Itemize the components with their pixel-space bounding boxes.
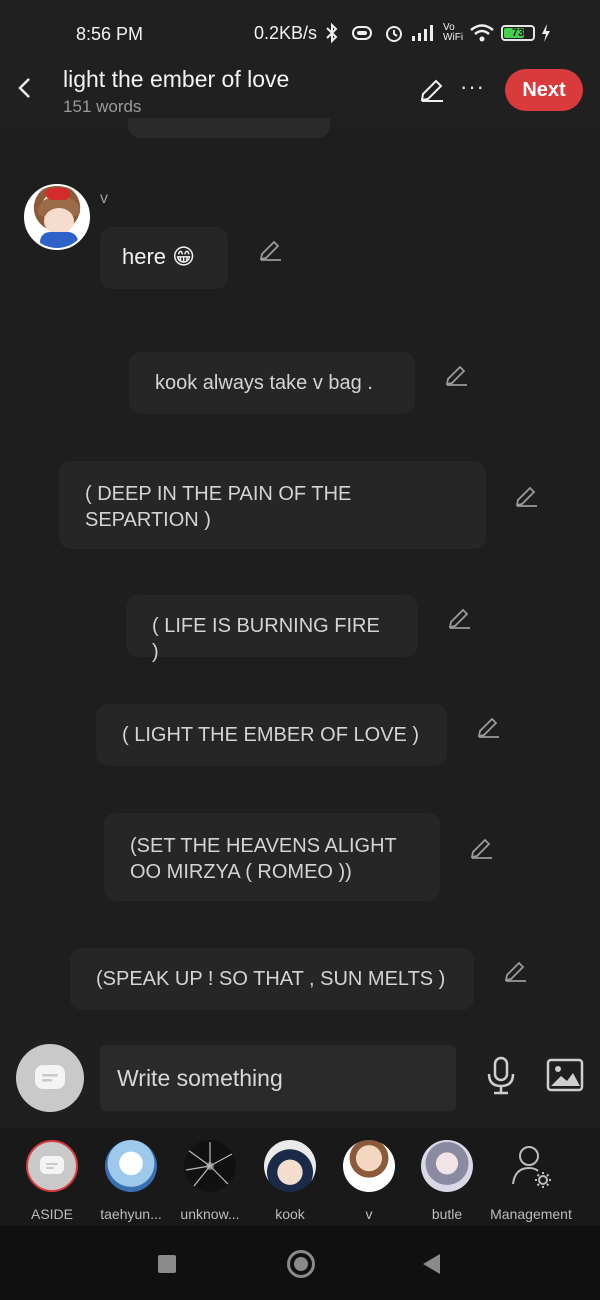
avatar xyxy=(264,1140,316,1192)
character-label: v xyxy=(365,1206,373,1222)
avatar xyxy=(343,1140,395,1192)
status-time: 8:56 PM xyxy=(76,24,144,44)
vowifi-icon: Vo WiFi xyxy=(443,22,464,43)
edit-message-icon[interactable] xyxy=(514,483,540,509)
image-icon[interactable] xyxy=(546,1058,584,1092)
edit-message-icon[interactable] xyxy=(503,958,529,984)
character-unknown[interactable]: unknow... xyxy=(175,1140,245,1222)
character-label: Management xyxy=(490,1206,572,1222)
signal-icon xyxy=(411,24,437,42)
management-icon xyxy=(505,1140,557,1192)
character-label: ASIDE xyxy=(30,1206,73,1222)
status-bar: 8:56 PM 0.2KB/s Vo WiFi 73 xyxy=(0,0,600,62)
chat-bubble-icon xyxy=(35,1065,65,1089)
character-v[interactable]: v xyxy=(334,1140,404,1222)
avatar xyxy=(184,1140,236,1192)
shattered-glass-icon xyxy=(185,1142,233,1187)
microphone-icon[interactable] xyxy=(484,1056,518,1096)
alarm-icon xyxy=(383,22,405,44)
sender-name: v xyxy=(100,190,108,207)
header: light the ember of love 151 words ··· Ne… xyxy=(0,62,600,126)
character-label: taehyun... xyxy=(100,1206,162,1222)
bluetooth-icon xyxy=(323,23,341,43)
edit-pencil-icon[interactable] xyxy=(418,76,446,104)
avatar xyxy=(105,1140,157,1192)
status-icons: 0.2KB/s Vo WiFi 73 xyxy=(254,22,551,44)
message-bubble[interactable]: here 😁 xyxy=(100,227,228,289)
edit-message-icon[interactable] xyxy=(258,237,284,263)
character-butle[interactable]: butle xyxy=(412,1140,482,1222)
message-bubble[interactable]: ( LIFE IS BURNING FIRE ) xyxy=(126,595,418,663)
home-icon[interactable] xyxy=(287,1250,315,1278)
sender-avatar[interactable] xyxy=(24,184,90,250)
battery-percent: 73 xyxy=(511,27,525,39)
charging-icon xyxy=(541,24,551,42)
back-arrow-icon[interactable] xyxy=(12,74,40,102)
edit-message-icon[interactable] xyxy=(444,362,470,388)
message-bubble[interactable]: (SET THE HEAVENS ALIGHT OO MIRZYA ( ROME… xyxy=(104,813,440,901)
character-label: unknow... xyxy=(180,1206,240,1222)
wifi-icon xyxy=(469,23,495,43)
character-label: kook xyxy=(275,1206,305,1222)
chat-area[interactable]: v here 😁 kook always take v bag . ( DEEP… xyxy=(0,126,600,1028)
character-taehyun[interactable]: taehyun... xyxy=(96,1140,166,1222)
network-speed: 0.2KB/s xyxy=(254,22,318,43)
character-management[interactable]: Management xyxy=(488,1140,574,1222)
character-kook[interactable]: kook xyxy=(255,1140,325,1222)
message-input[interactable] xyxy=(100,1045,456,1111)
character-bar: ASIDE taehyun... unknow... kook v butle … xyxy=(0,1128,600,1226)
chat-bubble-icon xyxy=(40,1156,64,1174)
edit-message-icon[interactable] xyxy=(469,835,495,861)
message-bubble[interactable]: kook always take v bag . xyxy=(129,352,415,414)
edit-message-icon[interactable] xyxy=(447,605,473,631)
recents-icon[interactable] xyxy=(158,1255,176,1273)
page-title: light the ember of love xyxy=(63,66,290,92)
message-bubble[interactable]: ( DEEP IN THE PAIN OF THE SEPARTION ) xyxy=(59,461,486,549)
character-aside[interactable]: ASIDE xyxy=(17,1140,87,1222)
next-button[interactable]: Next xyxy=(505,69,583,111)
aside-button[interactable] xyxy=(16,1044,84,1112)
aside-avatar xyxy=(26,1140,78,1192)
avatar xyxy=(421,1140,473,1192)
character-label: butle xyxy=(431,1206,463,1222)
battery-icon: 73 xyxy=(501,25,536,41)
back-triangle-icon[interactable] xyxy=(423,1254,440,1274)
system-nav-bar xyxy=(0,1226,600,1300)
edit-message-icon[interactable] xyxy=(476,714,502,740)
message-input-container xyxy=(100,1045,456,1111)
word-count: 151 words xyxy=(63,97,142,116)
vibrate-icon xyxy=(347,23,377,43)
message-bubble[interactable]: (SPEAK UP ! SO THAT , SUN MELTS ) xyxy=(70,948,474,1010)
message-bubble[interactable]: ( LIGHT THE EMBER OF LOVE ) xyxy=(96,704,447,766)
more-options-icon[interactable]: ··· xyxy=(460,74,485,100)
composer xyxy=(0,1028,600,1128)
